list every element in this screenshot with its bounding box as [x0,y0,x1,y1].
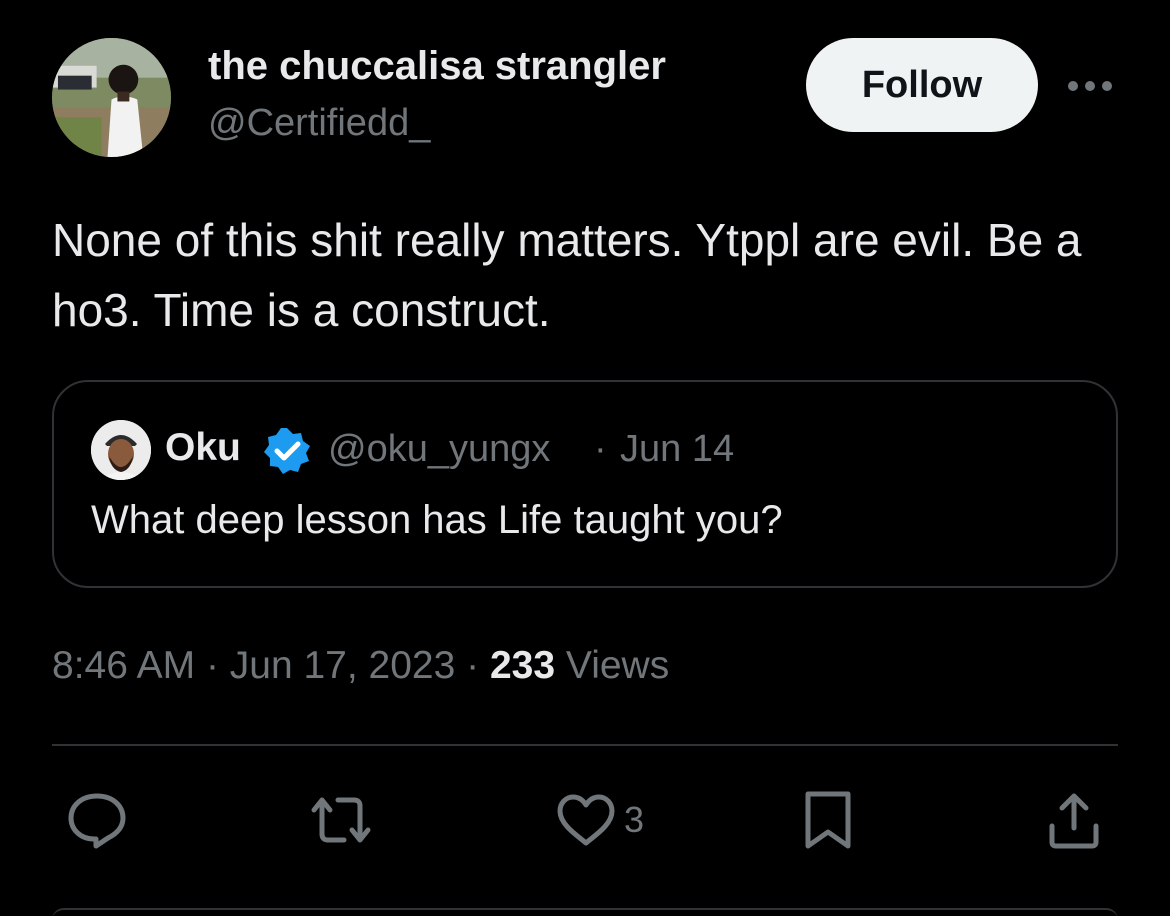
tweet-date[interactable]: Jun 17, 2023 [230,644,456,687]
tweet: the chuccalisa strangler @Certifiedd_ Fo… [0,0,1170,916]
author-avatar[interactable] [52,38,171,157]
quoted-author-handle[interactable]: @oku_yungx [328,428,550,471]
views-count: 233 [489,644,556,687]
follow-button[interactable]: Follow [806,38,1038,132]
quoted-avatar-image [91,420,151,480]
share-icon [1049,793,1099,849]
tweet-meta: 8:46 AM · Jun 17, 2023 · 233 Views [52,644,669,688]
like-button[interactable]: 3 [556,788,644,852]
quoted-separator: · [594,428,607,470]
reply-icon [68,793,126,849]
views-label: Views [565,644,670,687]
quoted-tweet[interactable]: Oku @oku_yungx · Jun 14 What deep lesson… [52,380,1118,588]
next-card-edge [52,908,1118,916]
bookmark-button[interactable] [804,788,852,852]
bookmark-icon [805,791,851,849]
quoted-author-name[interactable]: Oku [165,426,241,470]
divider [52,744,1118,746]
like-count: 3 [624,799,645,840]
meta-separator: · [466,644,490,687]
meta-separator: · [205,644,230,687]
quoted-date[interactable]: Jun 14 [620,428,734,471]
verified-badge-icon [262,426,312,476]
heart-icon [557,794,615,846]
reply-button[interactable] [66,788,128,852]
share-button[interactable] [1046,788,1102,852]
quoted-author-avatar[interactable] [91,420,151,480]
retweet-button[interactable] [306,788,376,852]
retweet-icon [311,797,371,843]
more-options-icon[interactable] [1064,66,1116,106]
author-display-name[interactable]: the chuccalisa strangler [208,44,666,89]
author-avatar-image [52,38,171,157]
tweet-text: None of this shit really matters. Ytppl … [52,214,1082,336]
tweet-time[interactable]: 8:46 AM [52,644,195,687]
author-handle[interactable]: @Certifiedd_ [208,102,430,145]
quoted-text: What deep lesson has Life taught you? [91,498,783,542]
